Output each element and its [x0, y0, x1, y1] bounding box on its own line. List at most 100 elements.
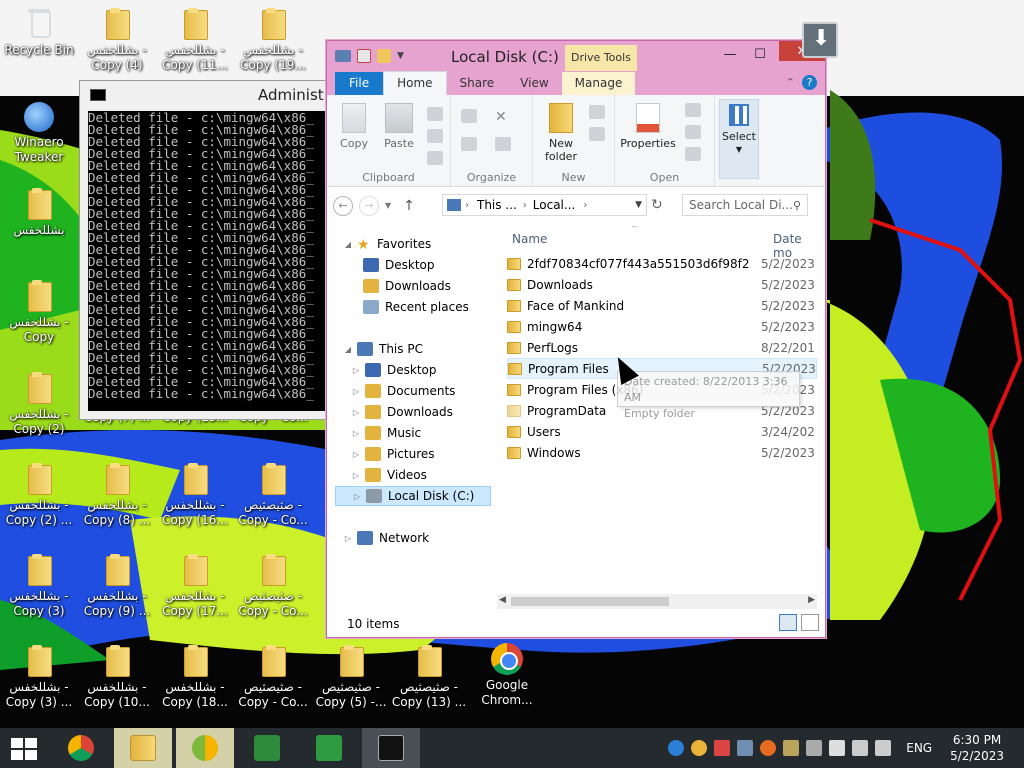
desktop-icon-item[interactable]: بشللخفس - Copy (17... — [156, 552, 234, 619]
command-prompt-window[interactable]: Administra Deleted file - c:\mingw64\x86… — [79, 80, 341, 420]
file-row[interactable]: Users 3/24/202 — [507, 421, 817, 442]
tab-file[interactable]: File — [335, 72, 384, 95]
large-icons-view-icon[interactable] — [801, 614, 819, 631]
desktop-icon-item[interactable]: بشللخفس - Copy (2) ... — [0, 461, 78, 528]
maximize-button[interactable]: ☐ — [747, 45, 773, 63]
qat-dropdown-icon[interactable]: ▼ — [397, 51, 404, 61]
copy-path-icon[interactable] — [427, 129, 443, 143]
breadcrumb-chevron-icon[interactable]: › — [465, 200, 469, 211]
file-row[interactable]: Face of Mankind 5/2/2023 — [507, 295, 817, 316]
desktop-icon-item[interactable]: بشللخفس - Copy (2) — [0, 370, 78, 437]
delete-icon[interactable]: ✕ — [495, 109, 511, 125]
nav-pc-downloads[interactable]: ▷ Downloads — [351, 402, 453, 422]
cmd-titlebar[interactable]: Administra — [80, 81, 340, 109]
history-icon[interactable] — [685, 147, 701, 161]
nav-videos[interactable]: ▷ Videos — [351, 465, 427, 485]
move-to-icon[interactable] — [461, 109, 477, 123]
new-folder-button[interactable]: New folder — [541, 103, 581, 163]
desktop-icon-item[interactable]: بشللخفس - Copy (10... — [78, 643, 156, 710]
desktop-icon-item[interactable]: بشللخفس - Copy (16... — [156, 461, 234, 528]
breadcrumb-local-disk[interactable]: Local... — [533, 198, 576, 212]
cut-icon[interactable] — [427, 107, 443, 121]
collapsed-icon[interactable]: ▷ — [351, 471, 361, 480]
breadcrumb-chevron-icon[interactable]: › — [523, 200, 527, 211]
taskbar-chrome-canary[interactable] — [176, 728, 234, 768]
minimize-button[interactable]: — — [717, 45, 743, 63]
nav-local-disk[interactable]: ▷ Local Disk (C:) — [335, 486, 491, 506]
address-dropdown-icon[interactable]: ▼ — [635, 200, 642, 210]
collapsed-icon[interactable]: ▷ — [351, 450, 361, 459]
desktop-icon-item[interactable]: صثيصثيص - Copy - Co... — [234, 643, 312, 710]
search-icon[interactable]: ⚲ — [793, 199, 801, 212]
monitor-tray-icon[interactable] — [737, 740, 754, 756]
volume-muted-icon[interactable] — [875, 740, 892, 756]
desktop-icon-item[interactable]: بشللخفس - Copy (9) ... — [78, 552, 156, 619]
flag-tray-icon[interactable] — [829, 740, 846, 756]
edit-icon[interactable] — [685, 125, 701, 139]
scroll-right-icon[interactable]: ▶ — [808, 595, 815, 605]
search-input[interactable]: Search Local Di... ⚲ — [682, 194, 808, 216]
up-button[interactable]: ↑ — [403, 198, 415, 214]
properties-qat-icon[interactable] — [357, 49, 371, 63]
clock[interactable]: 6:30 PM 5/2/2023 — [950, 732, 1004, 764]
paste-button[interactable]: Paste — [381, 103, 417, 150]
scrollbar-thumb[interactable] — [511, 597, 669, 606]
collapsed-icon[interactable]: ▷ — [351, 366, 361, 375]
desktop-icon-item[interactable]: صثيصثيص - Copy - Co... — [234, 461, 312, 528]
collapsed-icon[interactable]: ▷ — [351, 387, 361, 396]
taskbar-file-explorer[interactable] — [114, 728, 172, 768]
desktop-icon-item[interactable]: صثيصثيص - Copy (5) -... — [312, 643, 390, 710]
expanded-icon[interactable]: ◢ — [343, 240, 353, 249]
file-row[interactable]: mingw64 5/2/2023 — [507, 316, 817, 337]
recent-locations-icon[interactable]: ▼ — [385, 201, 391, 210]
expanded-icon[interactable]: ◢ — [343, 345, 353, 354]
select-button[interactable]: Select ▼ — [719, 99, 759, 179]
desktop-icon-item[interactable]: Winaero Tweaker — [0, 102, 78, 165]
refresh-button[interactable]: ↻ — [651, 197, 663, 213]
copy-button[interactable]: Copy — [337, 103, 371, 150]
chrome-tray-icon[interactable] — [691, 740, 708, 756]
rename-icon[interactable] — [495, 137, 511, 151]
new-folder-qat-icon[interactable] — [377, 49, 391, 63]
explorer-titlebar[interactable]: ▼ Local Disk (C:) Drive Tools — ☐ ✕ — [327, 41, 825, 71]
tab-manage[interactable]: Manage — [561, 72, 636, 95]
copy-to-icon[interactable] — [461, 137, 477, 151]
desktop-icon-item[interactable]: بشللخفس — [0, 186, 78, 238]
desktop-icon-item[interactable]: بشللخفس - Copy (18... — [156, 643, 234, 710]
nav-pictures[interactable]: ▷ Pictures — [351, 444, 435, 464]
tab-share[interactable]: Share — [447, 72, 508, 95]
nav-favorites-downloads[interactable]: Downloads — [363, 276, 451, 296]
file-row[interactable]: PerfLogs 8/22/201 — [507, 337, 817, 358]
desktop-icon-item[interactable]: بشللخفس - Copy (11... — [156, 6, 234, 73]
help-icon[interactable]: ? — [802, 75, 817, 90]
network-tray-icon[interactable] — [852, 740, 869, 756]
column-name[interactable]: Name — [512, 232, 547, 246]
language-indicator[interactable]: ENG — [906, 741, 932, 755]
taskbar-task-manager[interactable] — [300, 728, 358, 768]
nav-favorites[interactable]: ◢ ★ Favorites — [343, 234, 431, 254]
taskbar-calculator[interactable] — [238, 728, 296, 768]
color-tray-icon[interactable] — [714, 740, 731, 756]
tab-view[interactable]: View — [507, 72, 561, 95]
nav-network[interactable]: ▷ Network — [343, 528, 429, 548]
taskbar-chrome[interactable] — [52, 728, 110, 768]
start-button[interactable] — [11, 738, 37, 760]
download-overlay-icon[interactable] — [802, 22, 838, 58]
nav-documents[interactable]: ▷ Documents — [351, 381, 455, 401]
collapse-ribbon-icon[interactable]: ⌃ — [786, 76, 795, 89]
properties-button[interactable]: Properties — [619, 103, 677, 150]
new-item-icon[interactable] — [589, 105, 605, 119]
scroll-left-icon[interactable]: ◀ — [499, 595, 506, 605]
breadcrumb-this-pc[interactable]: This ... — [477, 198, 517, 212]
nav-this-pc[interactable]: ◢ This PC — [343, 339, 423, 359]
desktop-icon-item[interactable]: بشللخفس - Copy (4) — [78, 6, 156, 73]
details-view-icon[interactable] — [779, 614, 797, 631]
desktop-icon-item[interactable]: Google Chrom... — [468, 643, 546, 708]
desktop-icon-item[interactable]: صثيصثيص - Copy (13) ... — [390, 643, 468, 710]
desktop-icon-item[interactable]: Recycle Bin — [0, 6, 78, 58]
nav-recent-places[interactable]: Recent places — [363, 297, 469, 317]
download-tray-icon[interactable] — [668, 740, 685, 756]
collapsed-icon[interactable]: ▷ — [352, 492, 362, 501]
desktop-icon-item[interactable]: بشللخفس - Copy (19... — [234, 6, 312, 73]
console-output[interactable]: Deleted file - c:\mingw64\x86_ Deleted fi… — [88, 111, 340, 411]
